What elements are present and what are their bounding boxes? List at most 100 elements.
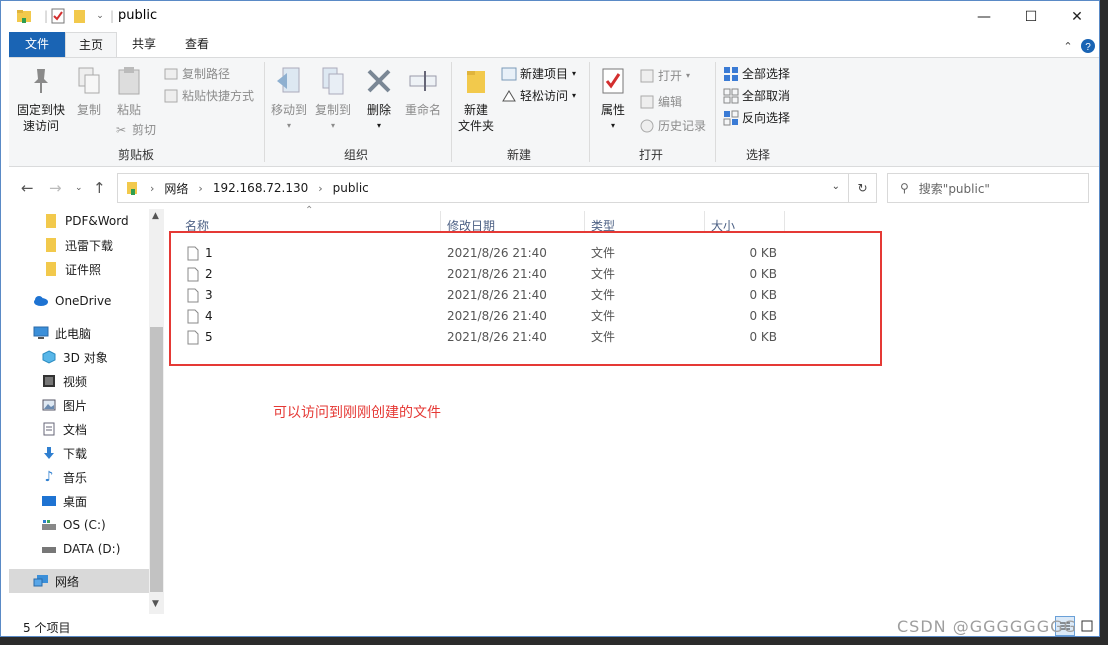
sidebar-item-pdf-word[interactable]: PDF&Word [9,209,149,233]
tab-file[interactable]: 文件 [9,32,65,57]
open-icon [639,68,655,84]
tab-home[interactable]: 主页 [65,32,117,58]
paste-button[interactable]: 粘贴 [111,64,147,118]
sidebar-item-videos[interactable]: 视频 [9,369,149,393]
svg-text:?: ? [1085,42,1091,53]
copy-to-button[interactable]: 复制到 ▾ [313,64,353,134]
sidebar-scrollbar[interactable]: ▲ ▼ [149,209,164,614]
computer-icon [33,325,49,341]
address-bar[interactable]: › 网络 › 192.168.72.130 › public ⌄ [117,173,849,203]
sidebar-item-documents[interactable]: 文档 [9,417,149,441]
copy-button[interactable]: 复制 [71,64,107,118]
copy-path-button[interactable]: 复制路径 [163,64,230,84]
sidebar-item-network[interactable]: 网络 [9,569,149,593]
music-icon: ♪ [44,469,54,485]
download-icon [41,445,57,461]
scroll-down-icon[interactable]: ▼ [152,599,159,609]
folder-icon [43,213,59,229]
edit-button[interactable]: 编辑 [639,92,682,112]
cut-button[interactable]: ✂ 剪切 [113,120,156,140]
sidebar-item-onedrive[interactable]: OneDrive [9,289,149,313]
group-label-new: 新建 [506,148,531,162]
sidebar-item-os-c[interactable]: OS (C:) [9,513,149,537]
select-all-icon [723,66,739,82]
sidebar-item-xunlei-downloads[interactable]: 迅雷下载 [9,233,149,257]
breadcrumb-public[interactable]: public [333,181,369,195]
invert-selection-icon [723,110,739,126]
watermark: CSDN @GGGGGGGG [897,617,1077,636]
new-folder-icon [459,64,493,98]
copy-to-icon [316,64,350,98]
forward-arrow-icon[interactable]: → [49,179,62,197]
annotation-text: 可以访问到刚刚创建的文件 [273,405,441,421]
sidebar-item-3d-objects[interactable]: 3D 对象 [9,345,149,369]
minimize-button[interactable]: — [961,1,1007,32]
window-title: public [118,8,158,23]
video-icon [41,373,57,389]
picture-icon [41,397,57,413]
help-icon[interactable]: ? [1079,36,1097,56]
invert-selection-button[interactable]: 反向选择 [723,108,790,128]
back-arrow-icon[interactable]: ← [21,179,34,197]
new-item-button[interactable]: 新建项目 ▾ [501,64,576,84]
highlight-box [169,231,882,366]
scroll-thumb[interactable] [150,327,163,592]
cloud-icon [33,293,49,309]
address-dropdown-icon[interactable]: ⌄ [832,181,840,192]
select-none-button[interactable]: 全部取消 [723,86,790,106]
rename-icon [406,64,440,98]
delete-x-icon [362,64,396,98]
sidebar-item-this-pc[interactable]: 此电脑 [9,321,149,345]
up-arrow-icon[interactable]: ↑ [93,179,106,197]
sidebar-item-id-photos[interactable]: 证件照 [9,257,149,281]
breadcrumb-chevron-icon: › [150,181,155,195]
tab-view[interactable]: 查看 [171,32,223,57]
maximize-button[interactable]: ☐ [1008,1,1054,32]
scissors-icon: ✂ [115,123,127,137]
pin-icon [24,64,58,98]
collapse-ribbon-icon[interactable]: ⌃ [1059,36,1077,56]
network-location-icon [126,180,140,196]
history-button[interactable]: 历史记录 [639,116,706,136]
easy-access-icon [501,88,517,104]
new-folder-quick-icon[interactable] [71,6,89,26]
desktop-icon [41,493,57,509]
sidebar-item-music[interactable]: ♪ 音乐 [9,465,149,489]
pin-quick-access-button[interactable]: 固定到快 速访问 [13,64,69,134]
file-list: ⌃ 名称 修改日期 类型 大小 1 2021/8/26 21:40 文件 0 K… [169,205,1099,614]
recent-locations-icon[interactable]: ⌄ [75,183,83,193]
large-icons-view-icon[interactable] [1077,616,1097,636]
properties-quick-icon[interactable] [49,6,67,26]
sidebar-item-pictures[interactable]: 图片 [9,393,149,417]
select-all-button[interactable]: 全部选择 [723,64,790,84]
rename-button[interactable]: 重命名 [401,64,445,118]
easy-access-button[interactable]: 轻松访问 ▾ [501,86,576,106]
select-none-icon [723,88,739,104]
folder-icon [43,261,59,277]
refresh-button[interactable]: ↻ [849,173,877,203]
divider [715,62,716,162]
new-folder-button[interactable]: 新建 文件夹 [455,64,497,134]
properties-icon [596,64,630,98]
paste-shortcut-icon [163,88,179,104]
scroll-up-icon[interactable]: ▲ [152,211,159,221]
search-input[interactable]: ⚲ 搜索"public" [887,173,1089,203]
breadcrumb-network[interactable]: 网络 [164,180,188,197]
delete-button[interactable]: 删除 ▾ [361,64,397,134]
sidebar-item-desktop[interactable]: 桌面 [9,489,149,513]
document-icon [41,421,57,437]
close-button[interactable]: ✕ [1054,1,1099,32]
new-item-icon [501,66,517,82]
paste-shortcut-button[interactable]: 粘贴快捷方式 [163,86,254,106]
breadcrumb-host[interactable]: 192.168.72.130 [213,181,308,195]
tab-share[interactable]: 共享 [119,32,169,57]
properties-button[interactable]: 属性 ▾ [595,64,631,134]
open-button[interactable]: 打开 ▾ [639,66,690,86]
sidebar-item-data-d[interactable]: DATA (D:) [9,537,149,561]
divider [589,62,590,162]
move-to-button[interactable]: 移动到 ▾ [269,64,309,134]
divider[interactable] [784,211,785,233]
breadcrumb-chevron-icon: › [318,181,323,195]
group-label-select: 选择 [745,148,770,162]
sidebar-item-downloads[interactable]: 下载 [9,441,149,465]
